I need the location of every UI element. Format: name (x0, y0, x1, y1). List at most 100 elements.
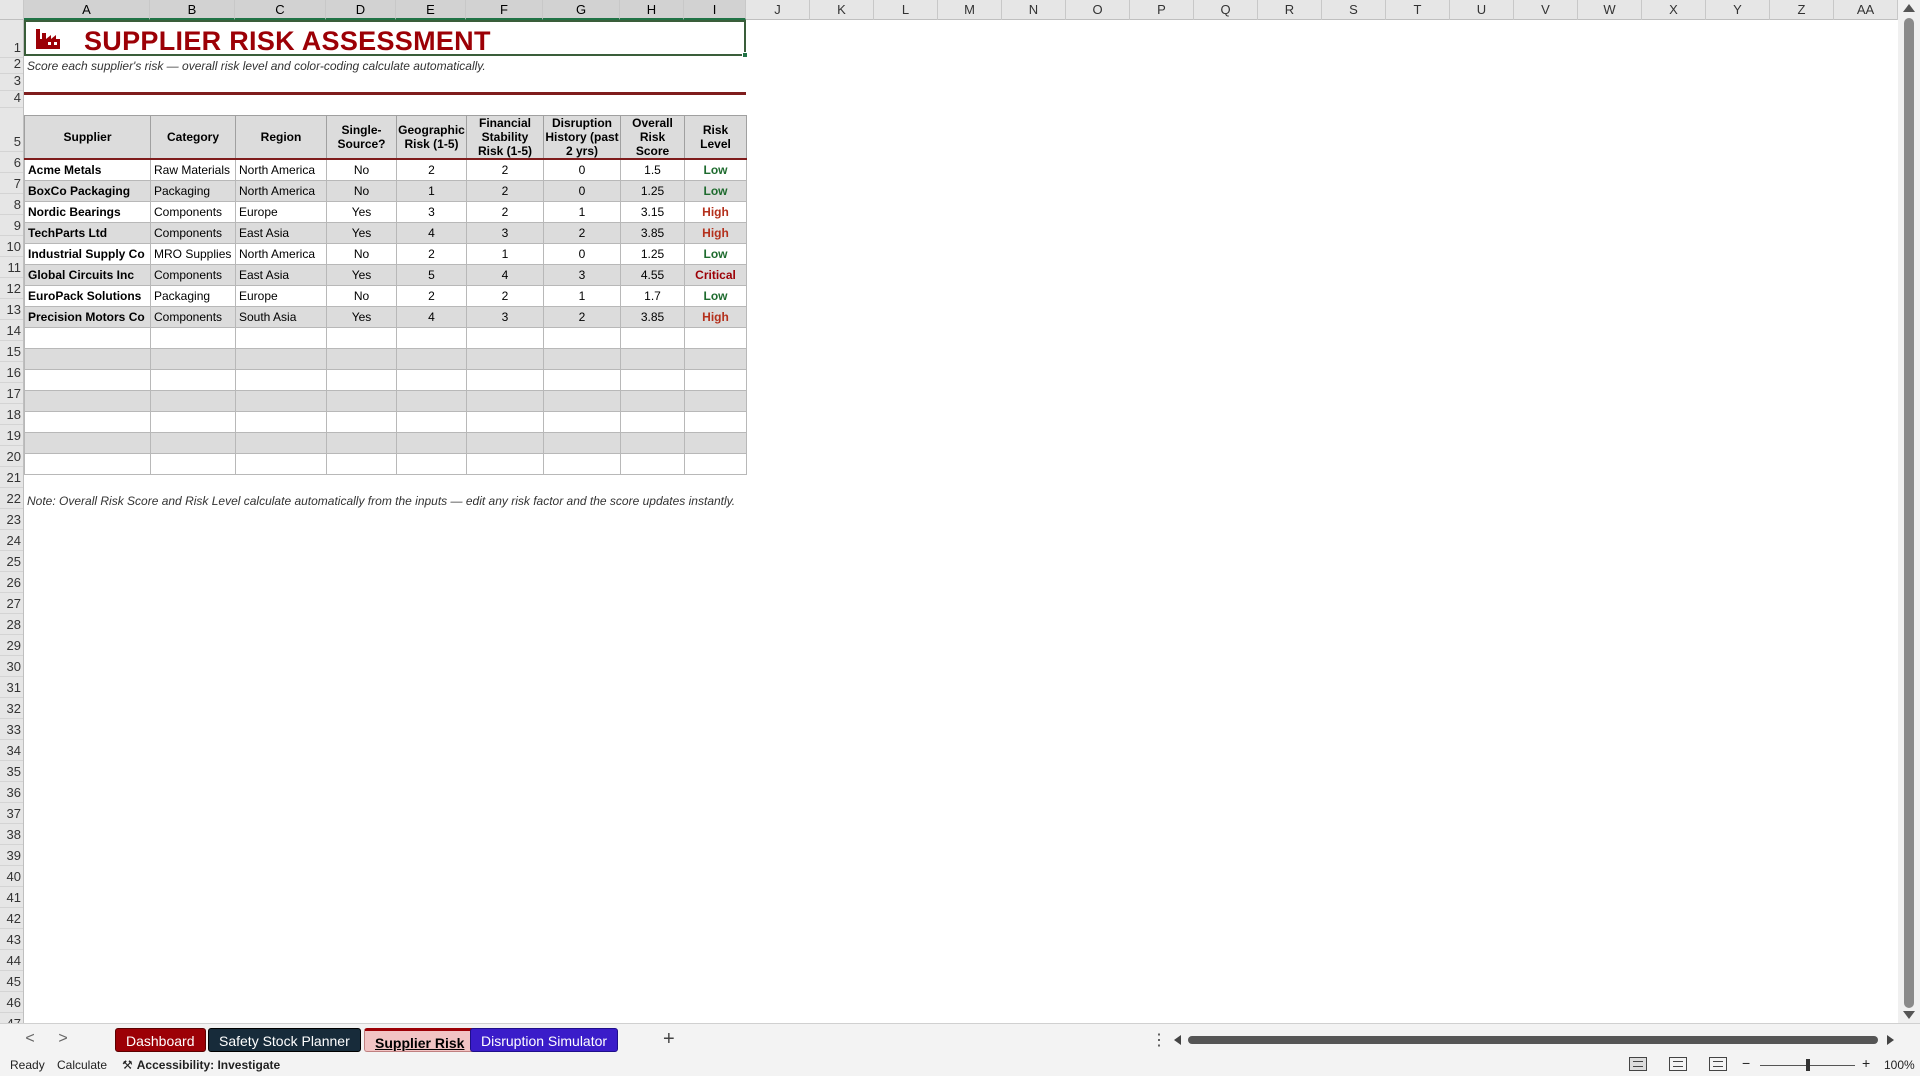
empty-cell[interactable] (24, 368, 151, 391)
row-header[interactable]: 4 (0, 90, 23, 108)
scroll-down-icon[interactable] (1903, 1011, 1915, 1019)
empty-cell[interactable] (235, 452, 327, 475)
empty-cell[interactable] (326, 368, 397, 391)
empty-cell[interactable] (684, 389, 747, 412)
empty-cell[interactable] (24, 431, 151, 454)
empty-cell[interactable] (466, 452, 544, 475)
table-cell[interactable]: 2 (543, 305, 621, 328)
empty-cell[interactable] (235, 368, 327, 391)
row-header[interactable]: 38 (0, 824, 23, 845)
empty-cell[interactable] (326, 410, 397, 433)
row-header[interactable]: 10 (0, 236, 23, 257)
table-cell[interactable]: 1 (466, 242, 544, 265)
table-cell[interactable]: 1 (396, 179, 467, 202)
column-heading[interactable]: Geographic Risk (1-5) (396, 115, 467, 160)
empty-cell[interactable] (684, 347, 747, 370)
table-cell[interactable]: Yes (326, 221, 397, 244)
row-header[interactable]: 34 (0, 740, 23, 761)
column-header[interactable]: Z (1770, 0, 1834, 20)
table-cell[interactable]: Raw Materials (150, 158, 236, 181)
empty-cell[interactable] (150, 410, 236, 433)
next-sheet-button[interactable]: > (55, 1030, 71, 1048)
row-header[interactable]: 25 (0, 551, 23, 572)
table-cell[interactable]: 3 (543, 263, 621, 286)
row-header[interactable]: 43 (0, 929, 23, 950)
table-cell[interactable]: Components (150, 263, 236, 286)
empty-cell[interactable] (235, 347, 327, 370)
normal-view-icon[interactable] (1629, 1057, 1647, 1071)
row-header[interactable]: 31 (0, 677, 23, 698)
row-header[interactable]: 24 (0, 530, 23, 551)
row-header[interactable]: 13 (0, 299, 23, 320)
empty-cell[interactable] (684, 431, 747, 454)
table-cell[interactable]: Packaging (150, 284, 236, 307)
table-cell[interactable]: 3 (396, 200, 467, 223)
risk-level-cell[interactable]: High (684, 221, 747, 244)
column-header[interactable]: I (684, 0, 746, 20)
empty-cell[interactable] (466, 410, 544, 433)
table-cell[interactable]: Components (150, 305, 236, 328)
empty-cell[interactable] (620, 431, 685, 454)
empty-cell[interactable] (24, 326, 151, 349)
row-header[interactable]: 12 (0, 278, 23, 299)
row-header[interactable]: 21 (0, 467, 23, 488)
row-header[interactable]: 22 (0, 488, 23, 509)
empty-cell[interactable] (235, 410, 327, 433)
table-cell[interactable]: 3.85 (620, 305, 685, 328)
column-header[interactable]: J (746, 0, 810, 20)
column-header[interactable]: M (938, 0, 1002, 20)
row-header[interactable]: 46 (0, 992, 23, 1013)
table-cell[interactable]: 2 (543, 221, 621, 244)
row-header[interactable]: 35 (0, 761, 23, 782)
more-options-icon[interactable]: ⋮ (1151, 1030, 1167, 1050)
empty-cell[interactable] (326, 431, 397, 454)
table-cell[interactable]: South Asia (235, 305, 327, 328)
row-header[interactable]: 14 (0, 320, 23, 341)
tab-safety-stock-planner[interactable]: Safety Stock Planner (208, 1028, 361, 1052)
row-header[interactable]: 42 (0, 908, 23, 929)
table-cell[interactable]: Components (150, 200, 236, 223)
horizontal-scrollbar[interactable] (1174, 1033, 1894, 1047)
table-cell[interactable]: No (326, 158, 397, 181)
empty-cell[interactable] (466, 431, 544, 454)
empty-cell[interactable] (235, 389, 327, 412)
column-header[interactable]: T (1386, 0, 1450, 20)
table-cell[interactable]: North America (235, 242, 327, 265)
table-cell[interactable]: 2 (396, 242, 467, 265)
empty-cell[interactable] (24, 452, 151, 475)
table-cell[interactable]: Nordic Bearings (24, 200, 151, 223)
row-header[interactable]: 40 (0, 866, 23, 887)
table-cell[interactable]: MRO Supplies (150, 242, 236, 265)
column-header[interactable]: A (24, 0, 150, 20)
column-header[interactable]: AA (1834, 0, 1898, 20)
table-cell[interactable]: Global Circuits Inc (24, 263, 151, 286)
row-header[interactable]: 3 (0, 73, 23, 91)
table-cell[interactable]: Europe (235, 200, 327, 223)
empty-cell[interactable] (543, 347, 621, 370)
empty-cell[interactable] (150, 368, 236, 391)
risk-level-cell[interactable]: High (684, 200, 747, 223)
empty-cell[interactable] (396, 410, 467, 433)
empty-cell[interactable] (396, 368, 467, 391)
table-cell[interactable]: Components (150, 221, 236, 244)
column-heading[interactable]: Region (235, 115, 327, 160)
accessibility-button[interactable]: ⚒ Accessibility: Investigate (122, 1058, 280, 1072)
empty-cell[interactable] (466, 347, 544, 370)
empty-cell[interactable] (396, 389, 467, 412)
vertical-scroll-thumb[interactable] (1904, 18, 1914, 1008)
table-cell[interactable]: 2 (396, 158, 467, 181)
table-cell[interactable]: Yes (326, 263, 397, 286)
tab-dashboard[interactable]: Dashboard (115, 1028, 206, 1052)
row-header[interactable]: 5 (0, 108, 23, 152)
empty-cell[interactable] (684, 410, 747, 433)
zoom-level[interactable]: 100% (1884, 1058, 1915, 1072)
empty-cell[interactable] (396, 452, 467, 475)
empty-cell[interactable] (326, 452, 397, 475)
row-header[interactable]: 2 (0, 56, 23, 74)
table-cell[interactable]: Precision Motors Co (24, 305, 151, 328)
column-header[interactable]: L (874, 0, 938, 20)
empty-cell[interactable] (543, 389, 621, 412)
row-header[interactable]: 6 (0, 152, 23, 173)
row-header[interactable]: 39 (0, 845, 23, 866)
page-break-view-icon[interactable] (1709, 1057, 1727, 1071)
